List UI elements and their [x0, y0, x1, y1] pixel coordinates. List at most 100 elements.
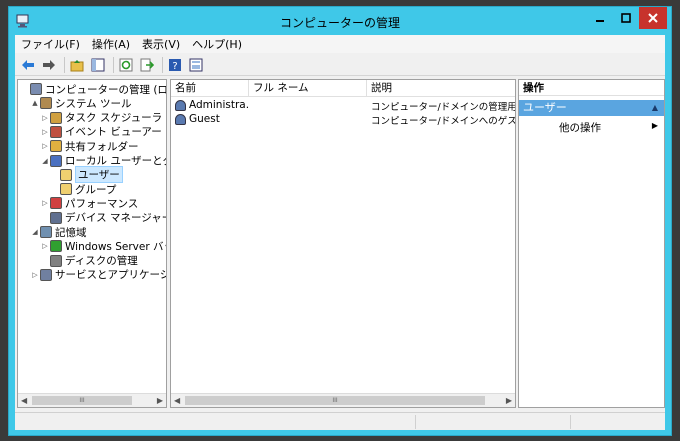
svg-text:?: ?	[172, 61, 177, 72]
tree-item[interactable]: コンピューターの管理 (ローカル)	[20, 82, 167, 96]
expand-toggle-icon[interactable]: ▷	[40, 242, 50, 250]
tree-item[interactable]: ▷ タスク スケジューラ	[40, 111, 162, 125]
tree-item[interactable]: グループ	[50, 182, 116, 196]
tree-item[interactable]: ▷ イベント ビューアー	[40, 125, 162, 139]
list-item[interactable]: Guest コンピューター/ドメインへのゲスト アク...	[171, 113, 515, 127]
close-icon	[648, 13, 658, 23]
result-list-pane[interactable]: 名前 フル ネーム 説明 Administra... コンピューター/ドメインの管…	[170, 79, 516, 408]
refresh-icon	[119, 58, 133, 71]
storage-icon	[40, 226, 52, 238]
console-tree-pane[interactable]: コンピューターの管理 (ローカル) ▲ システム ツール ▷ タスク スケジューラ ▷ イベ…	[17, 79, 167, 408]
disk-management-icon	[50, 254, 62, 267]
forward-arrow-icon	[43, 59, 55, 70]
tree-item[interactable]: ▷ 共有フォルダー	[40, 139, 139, 153]
collapse-up-icon[interactable]: ▲	[652, 100, 658, 116]
tree-item[interactable]: ▷ パフォーマンス	[40, 196, 138, 210]
tree-item-label: デバイス マネージャー	[65, 212, 167, 225]
tree-item[interactable]: ▷ サービスとアプリケーション	[30, 268, 166, 282]
tree-item-label: 共有フォルダー	[65, 140, 139, 153]
column-header-description[interactable]: 説明	[367, 80, 515, 96]
scroll-thumb[interactable]: III	[185, 396, 485, 405]
tree-item[interactable]: ▷ Windows Server バックアップ	[40, 239, 166, 253]
expand-toggle-icon[interactable]: ▷	[30, 271, 40, 279]
menu-action[interactable]: 操作(A)	[92, 36, 130, 52]
local-users-groups-icon	[50, 154, 62, 167]
task-scheduler-icon	[50, 111, 62, 124]
performance-icon	[50, 197, 62, 210]
scroll-thumb[interactable]: III	[32, 396, 132, 405]
menu-help[interactable]: ヘルプ(H)	[192, 36, 242, 52]
mmc-window: コンピューターの管理 ファイル(F) 操作(A) 表示(V) ヘルプ(H) ? …	[8, 6, 672, 436]
user-icon	[175, 100, 186, 111]
tree-item-label: Windows Server バックアップ	[65, 240, 166, 253]
tree-item-label: グループ	[75, 183, 117, 196]
title-bar[interactable]: コンピューターの管理	[9, 7, 671, 35]
action-more-actions[interactable]: 他の操作	[559, 120, 601, 135]
tree-item-label: サービスとアプリケーション	[55, 269, 166, 282]
user-icon	[175, 114, 186, 125]
tree-item[interactable]: ユーザー	[50, 166, 123, 184]
back-arrow-icon	[22, 59, 34, 70]
actions-section-users[interactable]: ユーザー ▲	[519, 100, 664, 116]
forward-button[interactable]	[40, 56, 58, 74]
expand-toggle-icon[interactable]: ▷	[40, 142, 50, 150]
tree-item-label: パフォーマンス	[65, 197, 139, 210]
scroll-left-icon[interactable]: ◀	[174, 396, 180, 405]
computer-management-icon	[30, 83, 42, 95]
show-hide-tree-button[interactable]	[89, 56, 107, 74]
back-button[interactable]	[19, 56, 37, 74]
actions-header: 操作	[519, 80, 664, 96]
help-button[interactable]: ?	[166, 56, 184, 74]
scroll-right-icon[interactable]: ▶	[157, 396, 163, 405]
expand-toggle-icon[interactable]: ◢	[40, 157, 50, 165]
expand-toggle-icon[interactable]: ▷	[40, 128, 50, 136]
expand-toggle-icon[interactable]: ◢	[30, 228, 40, 236]
list-horizontal-scrollbar[interactable]: ◀ III ▶	[171, 393, 515, 407]
tree-item-label: タスク スケジューラ	[65, 112, 163, 125]
windows-server-backup-icon	[50, 240, 62, 253]
toolbar-separator	[162, 56, 163, 73]
tree-item-label: コンピューターの管理 (ローカル)	[45, 83, 167, 96]
expand-toggle-icon[interactable]: ▷	[40, 199, 50, 207]
status-bar	[15, 412, 665, 430]
list-item[interactable]: Administra... コンピューター/ドメインの管理用 (ビル...	[171, 99, 515, 113]
expand-toggle-icon[interactable]: ▲	[30, 99, 40, 107]
tree-item[interactable]: ディスクの管理	[40, 254, 138, 268]
actions-pane: 操作 ユーザー ▲ 他の操作 ▶	[518, 79, 665, 408]
maximize-button[interactable]	[613, 7, 639, 29]
expand-toggle-icon[interactable]: ▷	[40, 114, 50, 122]
properties-button[interactable]	[187, 56, 205, 74]
client-area: ファイル(F) 操作(A) 表示(V) ヘルプ(H) ? コンピューターの管理 …	[15, 35, 665, 430]
refresh-button[interactable]	[117, 56, 135, 74]
column-header-full-name[interactable]: フル ネーム	[249, 80, 367, 96]
tree-item-label: 記憶域	[55, 226, 87, 239]
menu-view[interactable]: 表示(V)	[142, 36, 180, 52]
column-header-name[interactable]: 名前	[171, 80, 249, 96]
export-list-button[interactable]	[138, 56, 156, 74]
user-description: コンピューター/ドメインの管理用 (ビル...	[371, 102, 515, 113]
user-description: コンピューター/ドメインへのゲスト アク...	[371, 116, 515, 127]
actions-section-label: ユーザー	[523, 101, 567, 114]
minimize-icon	[596, 20, 604, 22]
tree-item[interactable]: ◢ 記憶域	[30, 225, 87, 239]
close-button[interactable]	[639, 7, 667, 29]
tree-item-label: ディスクの管理	[65, 255, 138, 268]
status-divider	[570, 415, 571, 429]
tree-item[interactable]: ▲ システム ツール	[30, 96, 132, 110]
show-tree-icon	[91, 58, 105, 71]
help-icon: ?	[169, 58, 181, 72]
toolbar-separator	[113, 56, 114, 73]
device-manager-icon	[50, 211, 62, 224]
up-one-level-button[interactable]	[68, 56, 86, 74]
scroll-right-icon[interactable]: ▶	[506, 396, 512, 405]
menu-file[interactable]: ファイル(F)	[21, 36, 80, 52]
window-title: コンピューターの管理	[279, 16, 400, 30]
tree-item[interactable]: デバイス マネージャー	[40, 211, 167, 225]
toolbar: ?	[15, 54, 665, 76]
minimize-button[interactable]	[587, 7, 613, 29]
scroll-left-icon[interactable]: ◀	[21, 396, 27, 405]
tree-horizontal-scrollbar[interactable]: ◀ III ▶	[18, 393, 166, 407]
status-divider	[415, 415, 416, 429]
menu-bar: ファイル(F) 操作(A) 表示(V) ヘルプ(H)	[15, 35, 665, 53]
toolbar-separator	[64, 56, 65, 73]
